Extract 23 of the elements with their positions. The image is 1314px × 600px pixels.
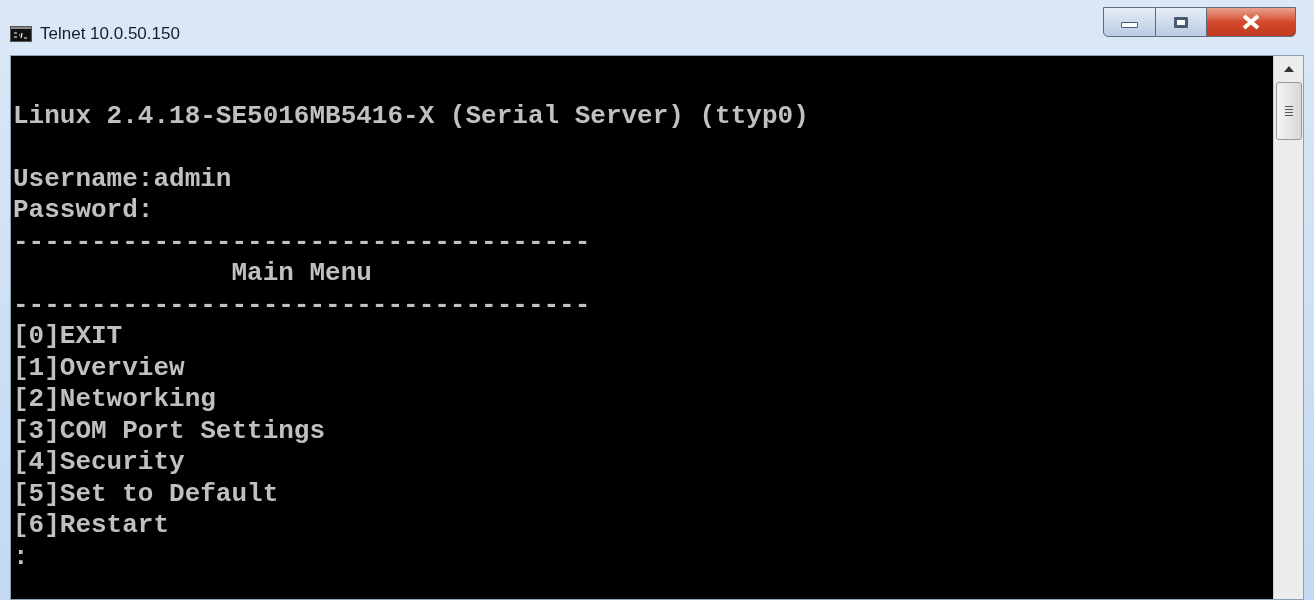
terminal-line: : xyxy=(13,541,29,572)
terminal-line: [0]EXIT xyxy=(13,321,123,352)
terminal-line: [6]Restart xyxy=(13,510,170,541)
terminal-line: ------------------------------------- xyxy=(13,289,591,320)
minimize-button[interactable] xyxy=(1103,7,1156,37)
terminal-line: [5]Set to Default xyxy=(13,478,279,509)
terminal-line: [2]Networking xyxy=(13,384,216,415)
scrollbar-thumb[interactable] xyxy=(1275,82,1302,140)
terminal-line: Main Menu xyxy=(230,258,372,289)
scrollbar[interactable] xyxy=(1273,56,1303,599)
terminal-line: Password: xyxy=(13,195,154,226)
terminal-line: [3]COM Port Settings xyxy=(13,415,326,446)
window-title: Telnet 10.0.50.150 xyxy=(40,23,180,45)
terminal-line: Username:admin xyxy=(13,163,232,194)
console-icon xyxy=(10,25,32,42)
maximize-button[interactable] xyxy=(1156,7,1206,37)
terminal-line: Linux 2.4.18-SE5016MB5416-X (Serial Server) (ttyp0) xyxy=(13,100,809,131)
terminal-line: [1]Overview xyxy=(13,352,185,383)
scroll-up-arrow-icon[interactable] xyxy=(1283,66,1294,72)
terminal-line: ------------------------------------- xyxy=(13,226,591,257)
close-icon xyxy=(1241,14,1261,30)
terminal-line: [4]Security xyxy=(13,447,185,478)
close-button[interactable] xyxy=(1206,7,1296,37)
